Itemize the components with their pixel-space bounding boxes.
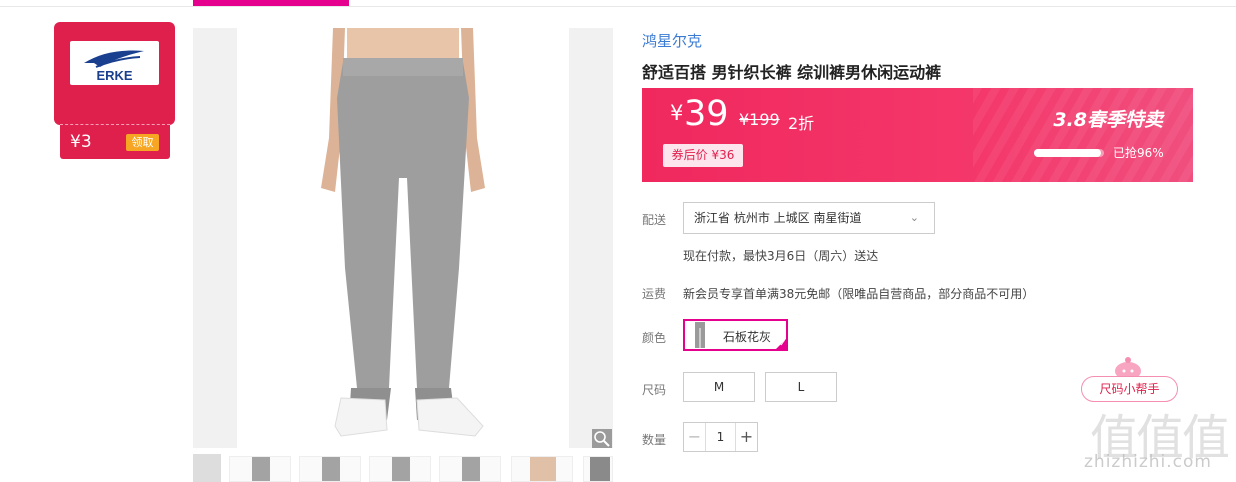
thumbnail[interactable] [439,456,501,482]
zoom-icon[interactable] [592,429,612,448]
discount-rate: 2折 [788,114,815,133]
logo-text: ERKE [96,68,132,83]
quantity-label: 数量 [642,433,667,447]
original-price: ¥199 [739,110,780,129]
coupon-amount: ¥3 [70,132,92,152]
quantity-plus-button[interactable]: + [735,423,757,451]
thumbnail[interactable] [369,456,431,482]
chevron-down-icon: ⌄ [909,211,919,224]
price-panel: ¥ 39 ¥199 2折 券后价 ¥36 3.8春季特卖 已抢96% [642,88,1193,182]
thumbnail-prev-button[interactable] [193,454,221,482]
sold-progress-bar [1034,149,1104,157]
promo-title: 3.8春季特卖 [1053,109,1163,131]
size-option-m[interactable]: M [683,372,755,402]
quantity-minus-button[interactable]: − [684,423,706,451]
thumbnail-strip [193,454,613,482]
product-photo [237,28,569,448]
shipping-label: 运费 [642,287,667,301]
sold-progress-fill [1034,149,1102,157]
thumbnail[interactable] [229,456,291,482]
shipping-text: 新会员专享首单满38元免邮（限唯品自营商品，部分商品不可用） [683,287,1035,301]
delivery-label: 配送 [642,213,667,227]
color-label: 颜色 [642,331,667,345]
erke-logo: ERKE [70,41,159,85]
quantity-stepper: − 1 + [683,422,758,452]
brand-coupon: ¥3 领取 [60,124,170,159]
active-tab-indicator [193,0,349,6]
size-label: 尺码 [642,383,667,397]
color-option-selected[interactable]: 石板花灰 ✓ [683,319,788,351]
delivery-eta: 现在付款，最快3月6日（周六）送达 [683,249,879,263]
address-select[interactable]: 浙江省 杭州市 上城区 南星街道 ⌄ [683,202,935,234]
product-main-image[interactable] [193,28,613,448]
thumbnail[interactable] [299,456,361,482]
coupon-price-badge: 券后价 ¥36 [663,144,743,167]
thumbnail[interactable] [511,456,573,482]
address-value: 浙江省 杭州市 上城区 南星街道 [694,211,862,225]
color-swatch-image [695,322,705,348]
quantity-input[interactable]: 1 [706,423,735,451]
claim-coupon-button[interactable]: 领取 [126,134,159,151]
thumbnail[interactable] [583,456,613,482]
top-divider [0,6,1236,7]
watermark-url: zhizhizhi.com [1084,452,1212,472]
size-option-l[interactable]: L [765,372,837,402]
brand-link[interactable]: 鸿星尔克 [642,30,702,51]
price-panel-decoration [973,88,1193,182]
product-title: 舒适百搭 男针织长裤 综训裤男休闲运动裤 [642,63,942,82]
sold-progress-text: 已抢96% [1113,146,1164,160]
sale-price: 39 [684,94,729,134]
currency-symbol: ¥ [670,101,684,125]
check-icon: ✓ [774,337,788,351]
brand-card[interactable]: ERKE [54,22,175,125]
color-option-label: 石板花灰 [723,330,772,344]
